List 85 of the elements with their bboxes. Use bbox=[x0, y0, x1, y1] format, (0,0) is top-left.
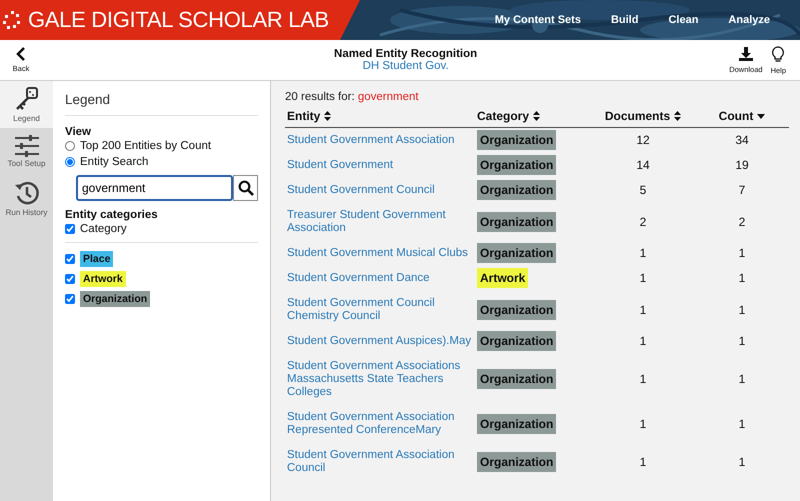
category-tag: Organization bbox=[477, 331, 556, 351]
key-icon bbox=[14, 86, 40, 112]
table-cell: 1 bbox=[640, 302, 646, 316]
entity-link[interactable]: Student Government Musical Clubs bbox=[287, 247, 473, 260]
table-cell: 7 bbox=[738, 183, 746, 197]
column-header[interactable]: Count bbox=[718, 109, 766, 123]
category-tag: Organization bbox=[477, 130, 556, 150]
table-cell: 1 bbox=[738, 302, 746, 316]
content-set-name: DH Student Gov. bbox=[362, 60, 450, 72]
sidebar-tab[interactable]: Legend bbox=[0, 81, 53, 128]
table-cell: 5 bbox=[640, 183, 646, 197]
table-cell: 1 bbox=[738, 416, 746, 430]
checkbox-label: Category bbox=[80, 223, 127, 235]
search-term: government bbox=[358, 91, 419, 103]
checkbox[interactable] bbox=[65, 294, 75, 304]
radio-button[interactable] bbox=[65, 157, 75, 167]
category-tag: Organization bbox=[477, 414, 556, 434]
nav-link[interactable]: My Content Sets bbox=[494, 14, 581, 26]
category-tag: Artwork bbox=[80, 271, 126, 287]
table-cell: 1 bbox=[640, 416, 646, 430]
results-count: 20 results for: bbox=[285, 91, 355, 103]
section-heading: Entity categories bbox=[65, 209, 159, 221]
category-tag: Organization bbox=[477, 180, 556, 200]
table-cell: 1 bbox=[738, 454, 746, 468]
entity-link[interactable]: Student Government Association bbox=[287, 134, 473, 147]
logo-text: GALE DIGITAL SCHOLAR LAB bbox=[28, 7, 329, 33]
checkbox[interactable] bbox=[65, 254, 75, 264]
search-field[interactable]: government bbox=[76, 175, 233, 201]
table-cell: 19 bbox=[735, 158, 749, 172]
search-button[interactable] bbox=[233, 175, 258, 201]
category-tag: Organization bbox=[477, 369, 556, 389]
nav-link[interactable]: Analyze bbox=[728, 14, 770, 26]
table-cell: 12 bbox=[636, 133, 650, 147]
entity-link[interactable]: Student Government bbox=[287, 159, 473, 172]
sidebar-tab[interactable]: Tool Setup bbox=[0, 128, 53, 175]
chevron-left-icon bbox=[16, 47, 26, 61]
search-icon bbox=[238, 180, 254, 196]
table-cell: 1 bbox=[738, 334, 746, 348]
radio-button[interactable] bbox=[65, 141, 75, 151]
column-header[interactable]: Category bbox=[477, 109, 540, 123]
category-tag: Organization bbox=[80, 291, 150, 307]
checkbox[interactable] bbox=[65, 274, 75, 284]
entity-link[interactable]: Student Government Council bbox=[287, 184, 473, 197]
entity-link[interactable]: Treasurer Student Government Association bbox=[287, 209, 473, 235]
radio-label: Entity Search bbox=[80, 156, 148, 168]
table-cell: 34 bbox=[735, 133, 749, 147]
entity-link[interactable]: Student Government Associations Massachusetts State Teachers Colleges bbox=[287, 360, 473, 399]
entity-link[interactable]: Student Government Association Represented ConferenceMary bbox=[287, 411, 473, 437]
logo-icon bbox=[2, 10, 22, 30]
table-cell: 2 bbox=[640, 214, 646, 228]
radio-label: Top 200 Entities by Count bbox=[80, 140, 212, 152]
table-cell: 1 bbox=[738, 246, 746, 260]
column-header[interactable]: Documents bbox=[604, 109, 682, 123]
table-cell: 1 bbox=[640, 246, 646, 260]
category-tag: Place bbox=[80, 251, 114, 267]
column-header[interactable]: Entity bbox=[287, 109, 332, 123]
category-tag: Organization bbox=[477, 452, 556, 472]
panel-title: Legend bbox=[65, 81, 258, 116]
table-cell: 1 bbox=[738, 372, 746, 386]
entity-link[interactable]: Student Government Auspices).May bbox=[287, 335, 473, 348]
entity-link[interactable]: Student Government Dance bbox=[287, 272, 473, 285]
checkbox[interactable] bbox=[65, 224, 75, 234]
table-cell: 1 bbox=[640, 372, 646, 386]
table-cell: 14 bbox=[636, 158, 650, 172]
table-cell: 1 bbox=[640, 454, 646, 468]
nav-link[interactable]: Clean bbox=[668, 14, 698, 26]
table-cell: 1 bbox=[738, 271, 746, 285]
table-cell: 1 bbox=[640, 334, 646, 348]
lightbulb-icon bbox=[771, 46, 786, 62]
category-tag: Organization bbox=[477, 155, 556, 175]
table-cell: 1 bbox=[640, 271, 646, 285]
category-tag: Organization bbox=[477, 300, 556, 320]
sidebar-tab[interactable]: Run History bbox=[0, 175, 53, 222]
entity-link[interactable]: Student Government Association Council bbox=[287, 449, 473, 475]
nav-link[interactable]: Build bbox=[610, 14, 638, 26]
category-tag: Organization bbox=[477, 212, 556, 232]
page-title: Named Entity Recognition bbox=[333, 48, 478, 60]
category-tag: Artwork bbox=[477, 268, 528, 288]
history-icon bbox=[14, 180, 40, 206]
section-heading: View bbox=[65, 126, 92, 138]
sliders-icon bbox=[14, 135, 40, 157]
category-tag: Organization bbox=[477, 243, 556, 263]
table-cell: 2 bbox=[738, 214, 746, 228]
entity-link[interactable]: Student Government Council Chemistry Council bbox=[287, 297, 473, 323]
download-icon bbox=[738, 46, 754, 62]
